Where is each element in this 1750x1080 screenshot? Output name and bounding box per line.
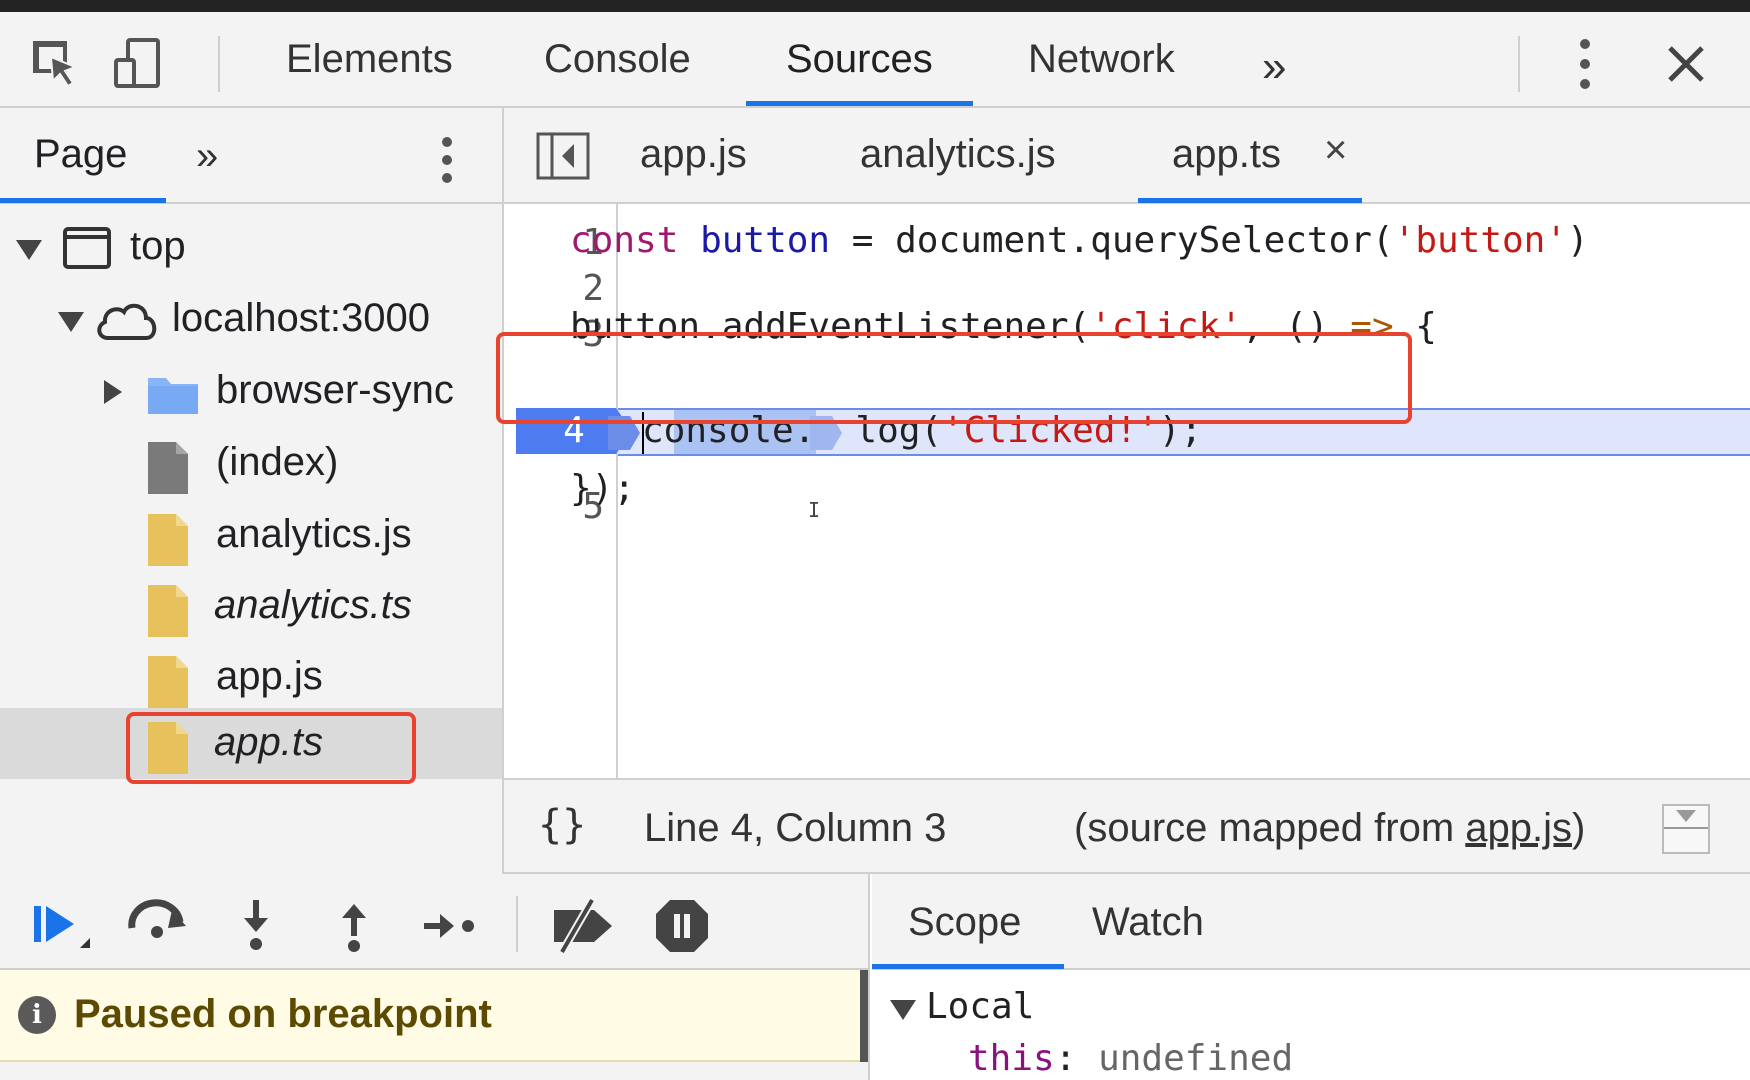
tree-item-localhost[interactable]: localhost:3000	[0, 284, 502, 355]
active-tab-indicator	[0, 198, 166, 203]
step-into-icon[interactable]	[226, 896, 286, 952]
toggle-navigator-icon[interactable]	[536, 132, 590, 180]
step-out-icon[interactable]	[324, 896, 384, 952]
tree-item-index[interactable]: (index)	[0, 428, 502, 499]
code-token: button	[700, 220, 831, 261]
more-navigator-tabs-icon[interactable]: »	[196, 134, 218, 179]
expand-arrow-icon[interactable]	[58, 312, 84, 332]
scrollbar[interactable]	[860, 970, 868, 1062]
expand-arrow-icon[interactable]	[890, 1000, 916, 1020]
collapse-arrow-icon[interactable]	[104, 380, 122, 404]
toggle-debugger-sidebar-icon[interactable]	[1662, 804, 1710, 854]
annotation-box-app-ts	[126, 712, 416, 784]
tree-item-analytics-ts[interactable]: analytics.ts	[0, 571, 502, 642]
resume-icon[interactable]	[28, 896, 90, 952]
tab-scope[interactable]: Scope	[908, 900, 1021, 945]
editor-tab-app-js[interactable]: app.js	[640, 132, 747, 177]
tree-item-label: app.js	[216, 654, 323, 698]
tree-item-label: analytics.js	[216, 512, 412, 556]
code-token: )	[1567, 220, 1589, 261]
paused-message: Paused on breakpoint	[74, 992, 492, 1036]
scope-panel: Scope Watch Local this: undefined	[872, 874, 1750, 1080]
navigator-tabs: Page »	[0, 108, 502, 204]
expand-arrow-icon[interactable]	[16, 240, 42, 260]
tree-item-label: (index)	[216, 440, 339, 484]
editor-status-bar: {} Line 4, Column 3 (source mapped from …	[504, 778, 1750, 874]
code-token: const	[570, 220, 679, 261]
step-over-icon[interactable]	[124, 896, 186, 952]
line-number[interactable]: 2	[504, 268, 604, 309]
tree-item-analytics-js[interactable]: analytics.js	[0, 500, 502, 571]
tree-item-label: localhost:3000	[172, 296, 430, 340]
tree-item-label: top	[130, 224, 186, 268]
tab-page[interactable]: Page	[34, 132, 127, 177]
debugger-panel: i Paused on breakpoint	[0, 874, 870, 1080]
tab-network[interactable]: Network	[1028, 12, 1175, 106]
pretty-print-button[interactable]: {}	[538, 802, 586, 848]
code-line-1[interactable]: const button = document.querySelector('b…	[570, 220, 1589, 261]
tab-console[interactable]: Console	[544, 12, 691, 106]
folder-icon	[146, 372, 200, 416]
editor-tab-app-ts[interactable]: app.ts	[1172, 132, 1281, 177]
pause-on-exceptions-icon[interactable]	[652, 896, 712, 952]
scope-variable-this[interactable]: this: undefined	[968, 1038, 1293, 1079]
tree-item-top[interactable]: top	[0, 212, 502, 283]
step-icon[interactable]	[420, 896, 480, 952]
annotation-box-execution-line	[496, 332, 1412, 424]
variable-value: undefined	[1098, 1038, 1294, 1079]
debugger-toolbar	[0, 874, 868, 970]
paused-on-breakpoint-banner: i Paused on breakpoint	[0, 970, 862, 1062]
toolbar-separator	[516, 896, 518, 952]
code-editor: app.js analytics.js app.ts × 1 2 3 5 4 c…	[504, 108, 1750, 778]
tab-elements[interactable]: Elements	[286, 12, 453, 106]
editor-tabs: app.js analytics.js app.ts ×	[504, 108, 1750, 204]
customize-menu-icon[interactable]	[1570, 34, 1600, 94]
code-token: 'button'	[1393, 220, 1568, 261]
toolbar-separator	[218, 36, 220, 92]
active-tab-indicator	[1138, 198, 1362, 203]
tree-item-app-js[interactable]: app.js	[0, 642, 502, 713]
script-file-icon	[146, 512, 190, 568]
frame-icon	[62, 226, 112, 270]
tab-watch[interactable]: Watch	[1092, 900, 1204, 945]
window-top-strip	[0, 0, 1750, 12]
source-map-link[interactable]: app.js	[1465, 806, 1572, 850]
info-icon: i	[18, 996, 56, 1034]
editor-tab-analytics-js[interactable]: analytics.js	[860, 132, 1056, 177]
cursor-position: Line 4, Column 3	[644, 806, 947, 850]
cloud-icon	[94, 298, 160, 342]
variable-name: this	[968, 1038, 1055, 1079]
script-file-icon	[146, 654, 190, 710]
device-toolbar-icon[interactable]	[110, 36, 166, 92]
toolbar-separator	[1518, 36, 1520, 92]
deactivate-breakpoints-icon[interactable]	[548, 896, 618, 954]
code-line-5[interactable]: });	[570, 468, 635, 509]
scope-local-section[interactable]: Local	[926, 986, 1034, 1027]
mouse-ibeam-cursor: I	[808, 498, 821, 522]
source-map-prefix: (source mapped from	[1074, 806, 1466, 850]
inspect-element-icon[interactable]	[28, 36, 84, 92]
document-file-icon	[146, 440, 190, 496]
more-tabs-icon[interactable]: »	[1262, 42, 1287, 92]
source-map-info: (source mapped from app.js)	[1074, 806, 1585, 851]
tree-item-browser-sync[interactable]: browser-sync	[0, 356, 502, 427]
source-map-suffix: )	[1572, 806, 1586, 850]
close-devtools-icon[interactable]	[1660, 38, 1712, 90]
close-tab-icon[interactable]: ×	[1324, 128, 1347, 173]
script-file-icon	[146, 583, 190, 639]
tree-item-label: analytics.ts	[214, 583, 412, 627]
scope-tabs: Scope Watch	[872, 874, 1750, 970]
navigator-menu-icon[interactable]	[432, 130, 462, 190]
devtools-toolbar: Elements Console Sources Network »	[0, 12, 1750, 108]
code-token: = document.querySelector(	[830, 220, 1394, 261]
tab-sources[interactable]: Sources	[746, 12, 973, 106]
active-tab-indicator	[872, 964, 1064, 969]
tree-item-label: browser-sync	[216, 368, 454, 412]
